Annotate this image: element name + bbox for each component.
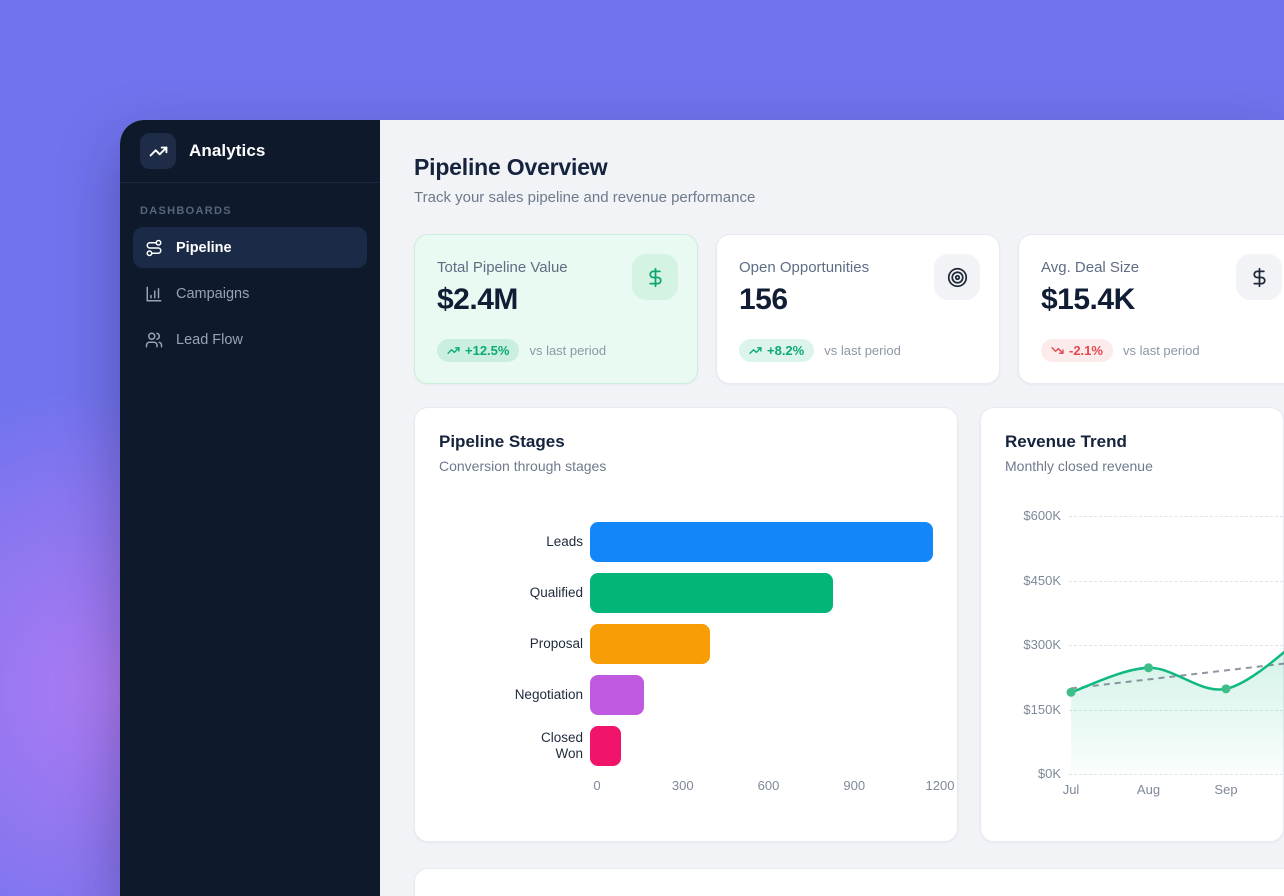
change-badge: +8.2% (739, 339, 814, 362)
bar-chart-x-axis: 03006009001200 (597, 778, 933, 796)
bar-category-label: Negotiation (439, 687, 590, 703)
trending-up-icon (749, 344, 762, 357)
trending-down-icon (1051, 344, 1064, 357)
revenue-area-fill (1071, 636, 1284, 774)
bottom-card-stub (414, 868, 1284, 896)
bar-track (590, 624, 933, 664)
y-tick-label: $300K (1005, 637, 1061, 652)
sidebar-item-lead-flow[interactable]: Lead Flow (133, 319, 367, 360)
analytics-logo-icon (140, 133, 176, 169)
x-tick-label: Sep (1214, 782, 1237, 797)
x-tick-label: 1200 (926, 778, 955, 793)
bar[interactable] (590, 522, 933, 562)
data-point-dot[interactable] (1222, 684, 1231, 693)
compare-text: vs last period (529, 343, 606, 358)
x-tick-label: Jul (1063, 782, 1080, 797)
brand-name: Analytics (189, 141, 266, 161)
chart-title: Pipeline Stages (439, 432, 933, 452)
bar-track (590, 726, 933, 766)
bar-chart-icon (145, 285, 163, 303)
page-subtitle: Track your sales pipeline and revenue pe… (414, 189, 1284, 206)
bar[interactable] (590, 726, 621, 766)
sidebar-section-label: DASHBOARDS (140, 205, 360, 217)
bar-track (590, 573, 933, 613)
stat-footer: -2.1% vs last period (1041, 339, 1200, 362)
route-icon (145, 239, 163, 257)
change-badge: +12.5% (437, 339, 519, 362)
sidebar-item-label: Campaigns (176, 286, 249, 302)
chart-subtitle: Conversion through stages (439, 458, 933, 474)
target-icon (934, 254, 980, 300)
revenue-trend-card: Revenue Trend Monthly closed revenue $60… (980, 407, 1284, 842)
trending-up-icon (447, 344, 460, 357)
bar-category-label: Leads (439, 534, 590, 550)
bar-track (590, 522, 933, 562)
chart-subtitle: Monthly closed revenue (1005, 458, 1259, 474)
bar[interactable] (590, 573, 833, 613)
sidebar: Analytics DASHBOARDS Pipeline Campaigns (120, 120, 380, 896)
stat-card-avg-deal-size[interactable]: Avg. Deal Size $15.4K -2.1% vs last peri… (1018, 234, 1284, 384)
stat-card-total-pipeline-value[interactable]: Total Pipeline Value $2.4M +12.5% vs las… (414, 234, 698, 384)
sidebar-item-label: Lead Flow (176, 332, 243, 348)
sidebar-item-pipeline[interactable]: Pipeline (133, 227, 367, 268)
page-title: Pipeline Overview (414, 154, 1284, 181)
x-tick-label: 0 (593, 778, 600, 793)
y-tick-label: $150K (1005, 702, 1061, 717)
x-tick-label: 300 (672, 778, 694, 793)
stat-card-open-opportunities[interactable]: Open Opportunities 156 +8.2% vs last per… (716, 234, 1000, 384)
pipeline-stages-card: Pipeline Stages Conversion through stage… (414, 407, 958, 842)
sidebar-item-campaigns[interactable]: Campaigns (133, 273, 367, 314)
x-tick-label: 900 (843, 778, 865, 793)
y-tick-label: $0K (1005, 766, 1061, 781)
charts-row: Pipeline Stages Conversion through stage… (414, 407, 1284, 842)
bar-row: Proposal (439, 624, 933, 664)
app-window: Analytics DASHBOARDS Pipeline Campaigns (120, 120, 1284, 896)
bar[interactable] (590, 624, 710, 664)
data-point-dot[interactable] (1067, 688, 1076, 697)
bar-chart: Leads Qualified Proposal Negotiation Closed … (439, 522, 933, 766)
grid-line (1069, 774, 1283, 775)
main-content: Pipeline Overview Track your sales pipel… (380, 120, 1284, 896)
line-chart: $600K$450K$300K$150K$0KJulAugSepOct (1069, 516, 1259, 774)
sidebar-header: Analytics (120, 120, 380, 183)
data-point-dot[interactable] (1144, 663, 1153, 672)
stat-footer: +8.2% vs last period (739, 339, 901, 362)
bar[interactable] (590, 675, 644, 715)
sidebar-item-label: Pipeline (176, 240, 232, 256)
bar-category-label: Proposal (439, 636, 590, 652)
bar-row: Negotiation (439, 675, 933, 715)
stat-footer: +12.5% vs last period (437, 339, 606, 362)
sidebar-nav: Pipeline Campaigns Lead Flow (120, 227, 380, 360)
compare-text: vs last period (824, 343, 901, 358)
change-badge: -2.1% (1041, 339, 1113, 362)
chart-title: Revenue Trend (1005, 432, 1259, 452)
dollar-icon (632, 254, 678, 300)
compare-text: vs last period (1123, 343, 1200, 358)
bar-row: Closed Won (439, 726, 933, 766)
users-icon (145, 331, 163, 349)
y-tick-label: $600K (1005, 508, 1061, 523)
bar-row: Leads (439, 522, 933, 562)
x-tick-label: 600 (758, 778, 780, 793)
bar-category-label: Closed Won (439, 730, 590, 761)
line-chart-svg (1069, 516, 1284, 774)
dollar-icon (1236, 254, 1282, 300)
bar-track (590, 675, 933, 715)
bar-row: Qualified (439, 573, 933, 613)
x-tick-label: Aug (1137, 782, 1160, 797)
stats-row: Total Pipeline Value $2.4M +12.5% vs las… (414, 234, 1284, 384)
y-tick-label: $450K (1005, 573, 1061, 588)
bar-category-label: Qualified (439, 585, 590, 601)
